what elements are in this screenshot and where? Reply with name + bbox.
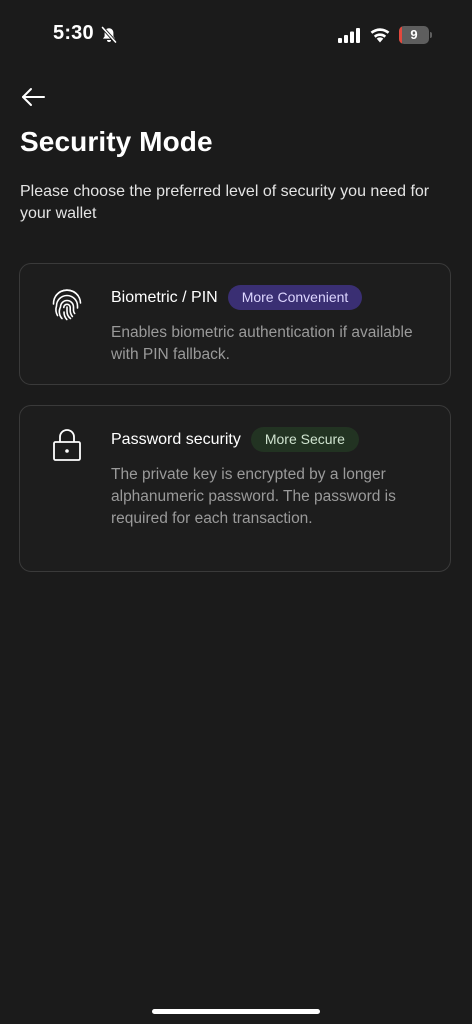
option-description: The private key is encrypted by a longer… <box>111 466 396 527</box>
option-header: Biometric / PIN More Convenient <box>111 285 363 310</box>
option-biometric-pin[interactable]: Biometric / PIN More Convenient Enables … <box>19 263 451 385</box>
option-title: Password security <box>111 430 241 448</box>
bell-slash-icon <box>101 26 117 44</box>
page-title: Security Mode <box>20 126 213 157</box>
fingerprint-icon <box>52 289 82 321</box>
option-description: Enables biometric authentication if avai… <box>111 324 413 363</box>
battery-icon: 9 <box>399 26 432 44</box>
battery-body: 9 <box>399 26 429 44</box>
home-indicator[interactable] <box>152 1009 320 1014</box>
badge-more-secure: More Secure <box>250 427 359 452</box>
wifi-icon <box>370 28 390 43</box>
arrow-left-icon <box>22 88 45 106</box>
option-password-security[interactable]: Password security More Secure The privat… <box>19 405 451 572</box>
status-time: 5:30 <box>53 22 94 44</box>
status-bar: 5:30 9 <box>0 0 472 70</box>
option-header: Password security More Secure <box>111 427 359 452</box>
battery-level: 9 <box>410 27 418 42</box>
lock-icon <box>53 429 81 461</box>
page-description: Please choose the preferred level of sec… <box>20 183 430 222</box>
back-button[interactable] <box>16 82 50 112</box>
signal-icon <box>338 28 360 43</box>
option-title: Biometric / PIN <box>111 288 218 306</box>
badge-more-convenient: More Convenient <box>227 285 363 310</box>
battery-tip <box>430 32 432 38</box>
